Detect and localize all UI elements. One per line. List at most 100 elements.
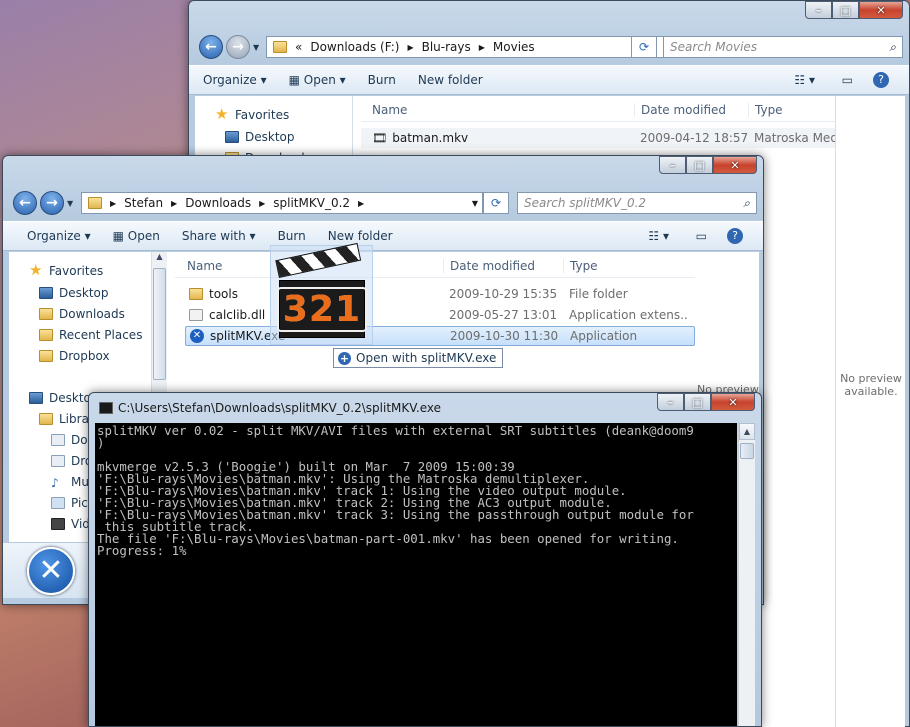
splitmkv-app-icon: ✕	[190, 329, 204, 343]
nav-lib-music[interactable]: ♪ Mu	[51, 475, 89, 490]
close-button[interactable]: ✕	[713, 156, 757, 174]
libraries-icon	[39, 413, 53, 425]
nav-downloads[interactable]: Downloads	[39, 307, 125, 321]
breadcrumb-downloads[interactable]: Downloads	[185, 196, 251, 210]
share-with-button[interactable]: Share with ▾	[182, 229, 256, 243]
refresh-icon: ⟳	[638, 40, 650, 54]
star-icon: ★	[215, 105, 229, 123]
nav-libraries[interactable]: Libra	[39, 412, 89, 426]
breadcrumb-stefan[interactable]: Stefan	[124, 196, 163, 210]
column-type[interactable]: Type	[563, 258, 598, 273]
column-date-modified[interactable]: Date modified	[634, 102, 726, 117]
nav-buttons: ← → ▼	[199, 35, 259, 59]
nav-lib-pictures[interactable]: Pic	[51, 496, 88, 510]
drag-tooltip: + Open with splitMKV.exe	[333, 348, 504, 368]
close-button[interactable]: ✕	[859, 1, 903, 19]
counter-digits: 321	[276, 286, 368, 332]
preview-pane-icon[interactable]: ▭	[842, 73, 853, 87]
window-caption-buttons: – □ ✕	[659, 156, 757, 174]
file-row-splitmkv[interactable]: ✕ splitMKV.exe 2009-10-30 11:30 Applicati…	[185, 326, 695, 346]
help-icon[interactable]: ?	[727, 228, 743, 244]
new-folder-button[interactable]: New folder	[418, 73, 483, 87]
refresh-icon: ⟳	[490, 196, 502, 210]
column-date-modified[interactable]: Date modified	[443, 258, 535, 273]
search-placeholder: Search splitMKV_0.2	[524, 196, 647, 210]
command-bar: Organize ▾ ▦ Open Share with ▾ Burn New …	[3, 221, 763, 251]
minimize-button[interactable]: –	[657, 393, 684, 411]
burn-button[interactable]: Burn	[278, 229, 306, 243]
recent-pages-dropdown-icon[interactable]: ▼	[253, 43, 259, 52]
minimize-button[interactable]: –	[805, 1, 832, 19]
window-caption-buttons: – □ ✕	[805, 1, 903, 19]
burn-button[interactable]: Burn	[368, 73, 396, 87]
file-name: tools	[209, 287, 238, 301]
file-row-tools[interactable]: tools 2009-10-29 15:35 File folder	[175, 284, 695, 304]
nav-desktop[interactable]: Desktop	[39, 286, 109, 300]
file-type: Application	[570, 329, 638, 343]
breadcrumb-chevron-icon: ▶	[407, 42, 414, 52]
nav-lib-videos[interactable]: Vid	[51, 517, 90, 531]
breadcrumb-movies[interactable]: Movies	[493, 40, 535, 54]
breadcrumb-blurays[interactable]: Blu-rays	[422, 40, 471, 54]
file-date: 2009-05-27 13:01	[449, 308, 558, 322]
video-file-icon: 🎞	[372, 131, 388, 145]
file-row-batman[interactable]: 🎞 batman.mkv 2009-04-12 18:57 Matroska Me…	[361, 128, 845, 148]
forward-button[interactable]: →	[40, 191, 64, 215]
plus-icon: +	[338, 351, 351, 365]
breadcrumb-overflow[interactable]: «	[295, 40, 302, 54]
close-button[interactable]: ✕	[711, 393, 755, 411]
column-type[interactable]: Type	[748, 102, 783, 117]
folder-icon	[189, 288, 203, 300]
refresh-button[interactable]: ⟳	[631, 36, 657, 58]
nav-favorites[interactable]: ★ Favorites	[29, 263, 103, 279]
back-button[interactable]: ←	[13, 191, 37, 215]
nav-recent-places[interactable]: Recent Places	[39, 328, 142, 342]
desktop-icon	[225, 131, 239, 143]
nav-lib-dropbox[interactable]: Dro	[51, 454, 92, 468]
back-button[interactable]: ←	[199, 35, 223, 59]
forward-button[interactable]: →	[226, 35, 250, 59]
column-name[interactable]: Name	[187, 259, 222, 273]
scroll-thumb[interactable]	[153, 268, 166, 380]
organize-button[interactable]: Organize ▾	[203, 73, 267, 87]
views-icon[interactable]: ☷ ▾	[648, 229, 669, 243]
open-button[interactable]: ▦ Open ▾	[289, 73, 346, 87]
nav-buttons: ← → ▼	[13, 191, 73, 215]
folder-icon	[273, 41, 287, 53]
file-row-calclib[interactable]: calclib.dll 2009-05-27 13:01 Application…	[175, 305, 695, 325]
nav-favorites[interactable]: ★ Favorites	[215, 105, 289, 123]
refresh-button[interactable]: ⟳	[483, 192, 509, 214]
new-folder-button[interactable]: New folder	[328, 229, 393, 243]
breadcrumb-splitmkv[interactable]: splitMKV_0.2	[273, 196, 350, 210]
file-type: Matroska Medi	[754, 131, 842, 145]
maximize-button[interactable]: □	[684, 393, 711, 411]
breadcrumb-drive[interactable]: Downloads (F:)	[310, 40, 399, 54]
help-icon[interactable]: ?	[873, 72, 889, 88]
address-bar[interactable]: ▶ Stefan ▶ Downloads ▶ splitMKV_0.2 ▶ ▼	[81, 192, 483, 214]
search-icon: ⌕	[889, 39, 896, 54]
scroll-up-icon[interactable]: ▲	[739, 423, 755, 440]
preview-pane-icon[interactable]: ▭	[696, 229, 707, 243]
console-output: splitMKV ver 0.02 - split MKV/AVI files …	[95, 423, 737, 726]
search-input[interactable]: Search Movies ⌕	[663, 36, 903, 58]
maximize-button[interactable]: □	[832, 1, 859, 19]
organize-button[interactable]: Organize ▾	[27, 229, 91, 243]
column-name[interactable]: Name	[372, 103, 407, 117]
pictures-icon	[51, 497, 65, 509]
nav-lib-documents[interactable]: Do	[51, 433, 88, 447]
maximize-button[interactable]: □	[686, 156, 713, 174]
open-button[interactable]: ▦ Open	[113, 229, 160, 243]
views-icon[interactable]: ☷ ▾	[794, 73, 815, 87]
address-bar[interactable]: « Downloads (F:) ▶ Blu-rays ▶ Movies	[266, 36, 686, 58]
nav-desktop[interactable]: Desktop	[225, 130, 295, 144]
scroll-thumb[interactable]	[740, 443, 754, 459]
scroll-up-icon[interactable]: ▲	[152, 252, 167, 266]
search-input[interactable]: Search splitMKV_0.2 ⌕	[517, 192, 757, 214]
nav-dropbox[interactable]: Dropbox	[39, 349, 110, 363]
console-scrollbar[interactable]: ▲	[738, 423, 755, 726]
console-icon	[99, 402, 113, 414]
minimize-button[interactable]: –	[659, 156, 686, 174]
tooltip-text: Open with splitMKV.exe	[356, 351, 497, 365]
address-dropdown-icon[interactable]: ▼	[472, 199, 478, 208]
recent-pages-dropdown-icon[interactable]: ▼	[67, 199, 73, 208]
